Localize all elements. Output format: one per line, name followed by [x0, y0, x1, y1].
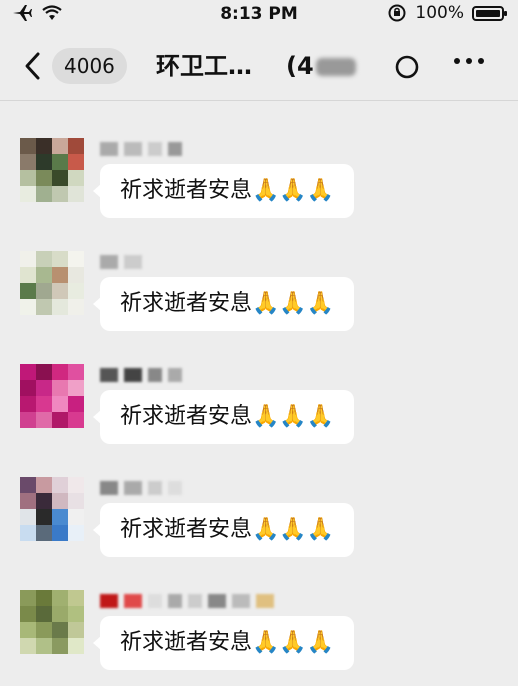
avatar[interactable] [20, 364, 84, 428]
avatar[interactable] [20, 138, 84, 202]
battery-icon [472, 5, 507, 21]
sender-name-redacted [100, 594, 274, 608]
sender-name-redacted [100, 368, 182, 382]
message-row: 祈求逝者安息🙏🙏🙏 [0, 457, 518, 557]
message-row: 祈求逝者安息🙏🙏🙏 [0, 231, 518, 331]
header-divider [0, 100, 518, 101]
message-bubble[interactable]: 祈求逝者安息🙏🙏🙏 [92, 390, 355, 444]
chevron-left-icon[interactable] [18, 48, 48, 84]
sender-name-redacted [100, 142, 182, 156]
battery-percent: 100% [415, 3, 464, 23]
orientation-lock-icon [388, 4, 406, 22]
redacted-count [315, 58, 356, 76]
member-count-prefix: (4 [286, 52, 314, 80]
message-bubble[interactable]: 祈求逝者安息🙏🙏🙏 [92, 164, 355, 218]
message-bubble[interactable]: 祈求逝者安息🙏🙏🙏 [92, 503, 355, 557]
sender-name-redacted [100, 255, 142, 269]
circle-icon[interactable] [394, 54, 420, 80]
message-row: 祈求逝者安息🙏🙏🙏 [0, 118, 518, 218]
message-bubble[interactable]: 祈求逝者安息🙏🙏🙏 [92, 277, 355, 331]
chat-title: 环卫工… [156, 52, 252, 80]
message-row: 祈求逝者安息🙏🙏🙏 [0, 570, 518, 670]
avatar[interactable] [20, 251, 84, 315]
message-row: 祈求逝者安息🙏🙏🙏 [0, 344, 518, 444]
chat-header: 4006 环卫工… (4 [0, 34, 518, 98]
avatar[interactable] [20, 590, 84, 654]
unread-count-badge[interactable]: 4006 [52, 48, 127, 84]
member-count: (4 [286, 48, 356, 84]
message-bubble[interactable]: 祈求逝者安息🙏🙏🙏 [92, 616, 355, 670]
sender-name-redacted [100, 481, 182, 495]
status-right: 100% [387, 3, 507, 23]
status-bar: 8:13 PM 100% [0, 0, 518, 30]
more-icon[interactable] [454, 58, 484, 64]
avatar[interactable] [20, 477, 84, 541]
